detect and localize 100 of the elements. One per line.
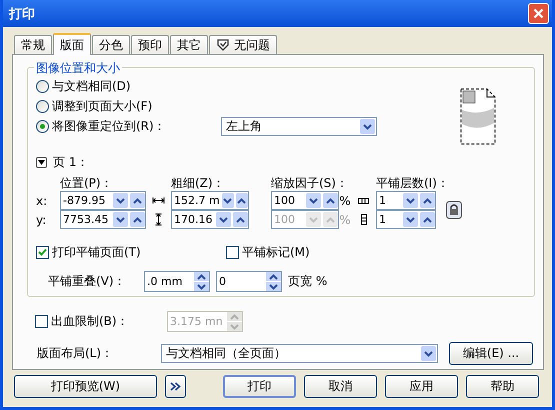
unit-label: 页宽 % <box>288 273 328 290</box>
radio-label[interactable]: 将图像重定位到(R)： <box>52 118 218 135</box>
column-label: 平铺层数(I)： <box>376 176 449 190</box>
lock-icon[interactable] <box>446 200 462 218</box>
chevron-up-icon <box>237 198 246 204</box>
number-field[interactable]: 1 <box>376 210 436 229</box>
height-arrows-icon <box>155 213 162 226</box>
chevron-up-icon <box>326 216 335 222</box>
number-field[interactable]: 152.7 m <box>171 191 249 210</box>
number-field[interactable]: -879.95 <box>60 191 146 210</box>
field-label: 平铺重叠(V)： <box>48 273 127 290</box>
chevron-up-icon <box>326 198 335 204</box>
chevron-down-icon <box>363 124 372 130</box>
dialog-button[interactable]: 应用 <box>385 375 458 398</box>
number-field[interactable]: 170.16 <box>171 210 249 229</box>
tab[interactable]: 预印 <box>131 35 169 54</box>
chevron-up-icon <box>236 216 245 222</box>
width-arrows-icon <box>152 197 165 204</box>
spin-down-button[interactable] <box>306 193 321 208</box>
spin-up-button[interactable] <box>130 193 145 208</box>
chevron-up-icon <box>423 198 432 204</box>
spin-up-button[interactable] <box>266 272 281 281</box>
chevron-down-icon <box>230 324 239 330</box>
chevron-up-icon <box>423 216 432 222</box>
number-field[interactable]: 100 <box>271 191 339 210</box>
chevron-down-icon <box>309 216 318 222</box>
chevron-down-icon <box>406 216 415 222</box>
chevron-up-icon <box>133 216 142 222</box>
rows-icon <box>360 214 366 225</box>
chevron-up-icon <box>197 274 206 280</box>
chevron-down-icon <box>116 198 125 204</box>
tab[interactable]: 无问题 <box>209 35 277 54</box>
radio-label[interactable]: 调整到页面大小(F) <box>52 98 152 115</box>
checkbox[interactable] <box>36 246 49 258</box>
spin-up-button[interactable] <box>420 193 435 208</box>
edit-button[interactable]: 编辑(E) ... <box>449 342 533 365</box>
checkbox[interactable] <box>226 246 239 258</box>
tab[interactable]: 版面 <box>53 33 91 55</box>
spin-down-button[interactable] <box>216 212 231 227</box>
dialog-button[interactable]: 帮助 <box>466 375 539 398</box>
spin-down-button[interactable] <box>113 212 128 227</box>
unit-label: % <box>339 194 351 208</box>
checkbox-label[interactable]: 平铺标记(M) <box>242 244 310 260</box>
spin-up-button[interactable] <box>130 212 145 227</box>
number-field[interactable]: 7753.45 <box>60 210 146 229</box>
expand-toggle[interactable] <box>36 157 47 168</box>
page-preview-icon <box>460 88 496 145</box>
radio-button[interactable] <box>36 120 49 133</box>
checkmark-icon <box>38 248 47 256</box>
axis-label: x: <box>36 194 48 208</box>
radio-button[interactable] <box>36 100 49 113</box>
radio-label[interactable]: 与文档相同(D) <box>52 78 131 95</box>
expand-button[interactable] <box>165 375 186 398</box>
spin-up-button[interactable] <box>194 272 209 281</box>
chevron-up-icon <box>133 198 142 204</box>
spin-down-button[interactable] <box>113 193 128 208</box>
spin-down-button[interactable] <box>403 212 418 227</box>
tab[interactable]: 分色 <box>92 35 130 54</box>
tab[interactable]: 常规 <box>14 35 52 54</box>
dialog-button[interactable]: 取消 <box>304 375 377 398</box>
tab[interactable]: 其它 <box>170 35 208 54</box>
spin-up-button[interactable] <box>420 212 435 227</box>
chevron-down-icon <box>116 216 125 222</box>
spin-down-button[interactable] <box>222 193 234 208</box>
chevron-down-icon <box>424 350 433 356</box>
close-button[interactable] <box>528 3 549 24</box>
double-chevron-icon <box>170 382 181 391</box>
section-label: 页 1： <box>53 154 88 171</box>
chevron-down-icon <box>309 198 318 204</box>
position-dropdown[interactable]: 左上角 <box>221 117 377 136</box>
column-label: 粗细(Z)： <box>171 176 225 190</box>
checkbox-label[interactable]: 打印平铺页面(T) <box>52 244 141 260</box>
dialog-button[interactable]: 打印预览(W) <box>14 375 157 398</box>
chevron-down-icon <box>197 284 206 290</box>
number-field[interactable]: .0 mm <box>144 271 210 292</box>
number-field[interactable]: 0 <box>216 271 282 292</box>
check-shield-icon <box>216 38 230 52</box>
chevron-down-icon <box>223 198 232 204</box>
group-title: 图像位置和大小 <box>34 60 122 77</box>
triangle-down-icon <box>38 159 45 166</box>
spin-down-button[interactable] <box>266 282 281 291</box>
chevron-up-icon <box>230 314 239 320</box>
unit-label: % <box>339 212 351 226</box>
chevron-up-icon <box>269 274 278 280</box>
spin-down-button[interactable] <box>403 193 418 208</box>
column-label: 缩放因子(S)： <box>271 176 348 190</box>
number-field[interactable]: 1 <box>376 191 436 210</box>
spin-up-button[interactable] <box>323 193 338 208</box>
spin-down-button[interactable] <box>194 282 209 291</box>
field-label: 版面布局(L)： <box>37 345 114 362</box>
chevron-down-icon <box>406 198 415 204</box>
dialog-button[interactable]: 打印 <box>223 375 296 398</box>
spin-up-button[interactable] <box>236 193 248 208</box>
layout-dropdown[interactable]: 与文档相同（全页面） <box>161 344 438 363</box>
radio-button[interactable] <box>36 80 49 93</box>
close-icon <box>533 8 544 19</box>
column-label: 位置(P)： <box>60 176 113 190</box>
columns-icon <box>358 198 369 204</box>
window-title: 打印 <box>9 6 35 22</box>
spin-up-button[interactable] <box>233 212 248 227</box>
